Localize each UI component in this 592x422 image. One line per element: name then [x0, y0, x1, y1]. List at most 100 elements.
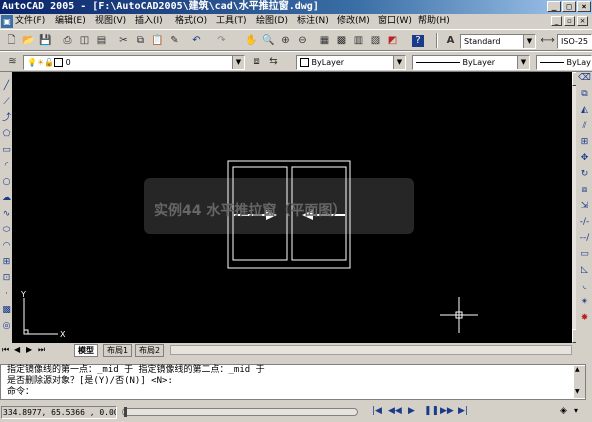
menu-window[interactable]: 窗口(W) [378, 15, 412, 28]
comm-center-icon[interactable]: ◈ [560, 406, 567, 416]
array-icon[interactable]: ⊞ [578, 136, 591, 149]
preview-icon[interactable]: ◫ [77, 33, 92, 48]
rotate-icon[interactable]: ↻ [578, 168, 591, 181]
doc-minimize-button[interactable]: _ [551, 16, 562, 26]
mirror-icon[interactable]: ◭ [578, 104, 591, 117]
extend-icon[interactable]: --/ [578, 232, 591, 245]
copy-object-icon[interactable]: ⧉ [578, 88, 591, 101]
scroll-up-icon[interactable]: ▲ [575, 366, 580, 373]
menu-dimension[interactable]: 标注(N) [297, 15, 329, 28]
tab-last-icon[interactable]: ⏭ [38, 345, 45, 355]
window-title: AutoCAD 2005 - [F:\AutoCAD2005\建筑\cad\水平… [2, 1, 319, 12]
color-swatch [300, 58, 309, 67]
paste-icon[interactable]: 📋 [150, 33, 165, 48]
scroll-down-icon[interactable]: ▼ [575, 388, 580, 395]
minimize-button[interactable]: _ [547, 1, 561, 12]
new-icon[interactable]: 🗋 [4, 33, 19, 48]
zoom-realtime-icon[interactable]: 🔍 [261, 33, 276, 48]
menu-draw[interactable]: 绘图(D) [256, 15, 288, 28]
properties-icon[interactable]: ▦ [317, 33, 332, 48]
chevron-down-icon[interactable]: ▼ [232, 56, 244, 69]
copy-icon[interactable]: ⧉ [133, 33, 148, 48]
linetype-select[interactable]: ByLayer ▼ [412, 55, 530, 70]
stretch-icon[interactable]: ⇲ [578, 200, 591, 213]
tab-model[interactable]: 模型 [74, 344, 98, 357]
menu-modify[interactable]: 修改(M) [337, 15, 370, 28]
cut-icon[interactable]: ✂ [116, 33, 131, 48]
zoom-window-icon[interactable]: ⊕ [278, 33, 293, 48]
help-icon[interactable]: ? [412, 35, 424, 47]
tab-layout2[interactable]: 布局2 [135, 344, 165, 357]
publish-icon[interactable]: ▤ [94, 33, 109, 48]
doc-restore-button[interactable]: ▫ [564, 16, 575, 26]
move-icon[interactable]: ✥ [578, 152, 591, 165]
menu-bar: ▣ 文件(F) 编辑(E) 视图(V) 插入(I) 格式(O) 工具(T) 绘图… [0, 14, 592, 29]
zoom-previous-icon[interactable]: ⊖ [295, 33, 310, 48]
trim-icon[interactable]: -/- [578, 216, 591, 229]
horizontal-scrollbar[interactable] [170, 345, 572, 355]
command-scrollbar[interactable]: ▲ ▼ [574, 366, 585, 398]
media-rewind-icon[interactable]: ◀◀ [388, 406, 402, 416]
maximize-button[interactable]: □ [562, 1, 576, 12]
media-first-icon[interactable]: |◀ [372, 406, 382, 416]
explode-alt-icon[interactable]: ✸ [578, 312, 591, 325]
design-center-icon[interactable]: ▩ [334, 33, 349, 48]
fillet-icon[interactable]: ◟ [578, 280, 591, 293]
menu-insert[interactable]: 插入(I) [135, 15, 163, 28]
media-forward-icon[interactable]: ▶▶ [440, 406, 454, 416]
progress-track[interactable] [122, 408, 358, 416]
tab-first-icon[interactable]: ⏮ [2, 345, 9, 355]
close-button[interactable]: × [577, 1, 591, 12]
break-icon[interactable]: ▭ [578, 248, 591, 261]
media-pause-icon[interactable]: ❚❚ [424, 406, 439, 416]
layer-manager-icon[interactable]: ≋ [5, 54, 20, 69]
lineweight-select[interactable]: ByLay [536, 55, 592, 70]
sheet-set-icon[interactable]: ▧ [368, 33, 383, 48]
erase-icon[interactable]: ⌫ [578, 72, 591, 85]
menu-format[interactable]: 格式(O) [175, 15, 207, 28]
menu-tools[interactable]: 工具(T) [216, 15, 247, 28]
menu-view[interactable]: 视图(V) [95, 15, 126, 28]
dim-style-icon[interactable]: ⟷ [540, 33, 555, 48]
color-select[interactable]: ByLayer ▼ [296, 55, 406, 70]
layer-previous-icon[interactable]: ⇆ [266, 54, 281, 69]
status-menu-icon[interactable]: ▾ [574, 406, 578, 415]
drawing-area[interactable]: 实例44 水平推拉窗（平面图） Y X [12, 72, 572, 343]
tab-layout1[interactable]: 布局1 [103, 344, 133, 357]
tab-next-icon[interactable]: ▶ [26, 345, 32, 354]
menu-help[interactable]: 帮助(H) [418, 15, 450, 28]
ucs-y-label: Y [21, 290, 26, 299]
chevron-down-icon[interactable]: ▼ [523, 35, 535, 48]
undo-icon[interactable]: ↶ [189, 33, 204, 48]
scale-icon[interactable]: ⧈ [578, 184, 591, 197]
dim-style-select[interactable]: ISO-25 [557, 34, 592, 49]
chamfer-icon[interactable]: ◺ [578, 264, 591, 277]
chevron-down-icon[interactable]: ▼ [393, 56, 405, 69]
save-icon[interactable]: 💾 [38, 33, 53, 48]
media-last-icon[interactable]: ▶| [458, 406, 468, 416]
menu-edit[interactable]: 编辑(E) [55, 15, 86, 28]
chevron-down-icon[interactable]: ▼ [517, 56, 529, 69]
markup-icon[interactable]: ◩ [385, 33, 400, 48]
app-icon[interactable]: ▣ [1, 15, 13, 28]
lock-icon: 🔓 [44, 58, 55, 67]
command-prompt[interactable]: 命令： [1, 387, 585, 398]
command-window[interactable]: 指定镜像线的第一点：_mid 于 指定镜像线的第二点：_mid 于 是否删除源对… [0, 364, 586, 400]
match-properties-icon[interactable]: ✎ [167, 33, 182, 48]
tool-palettes-icon[interactable]: ▥ [351, 33, 366, 48]
redo-icon[interactable]: ↷ [214, 33, 229, 48]
explode-icon[interactable]: ✴ [578, 296, 591, 309]
layer-select[interactable]: 💡☀🔓 0 ▼ [23, 55, 245, 70]
make-object-layer-current-icon[interactable]: ⧈ [249, 54, 264, 69]
offset-icon[interactable]: ⫽ [578, 120, 591, 133]
menu-file[interactable]: 文件(F) [15, 15, 45, 28]
print-icon[interactable]: ⎙ [60, 33, 75, 48]
text-style-icon[interactable]: A [443, 33, 458, 48]
text-style-select[interactable]: Standard ▼ [460, 34, 536, 49]
pan-icon[interactable]: ✋ [244, 33, 259, 48]
tab-prev-icon[interactable]: ◀ [14, 345, 20, 354]
progress-thumb[interactable] [124, 407, 127, 417]
open-icon[interactable]: 📂 [21, 33, 36, 48]
doc-close-button[interactable]: × [577, 16, 588, 26]
media-play-icon[interactable]: ▶ [408, 406, 415, 416]
